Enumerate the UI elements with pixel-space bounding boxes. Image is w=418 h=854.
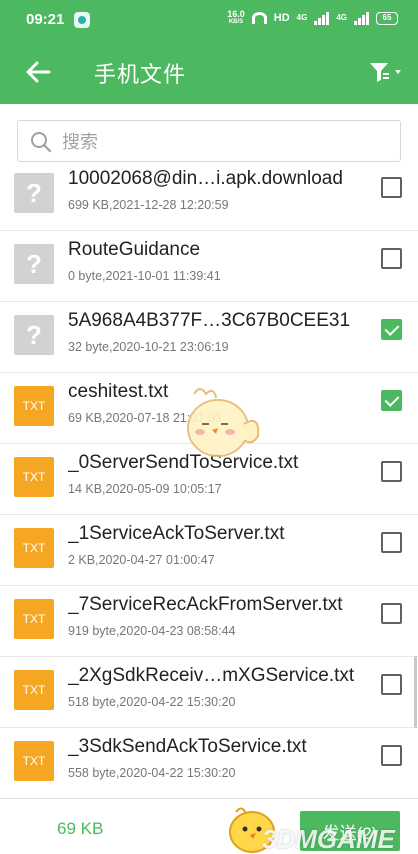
unknown-file-icon: ? [14,315,54,355]
list-scrollbar[interactable] [414,656,417,728]
file-name: 5A968A4B377F…3C67B0CEE31 [68,310,351,331]
txt-file-icon: TXT [14,386,54,426]
file-meta: 14 KB,2020-05-09 10:05:17 [68,482,222,496]
file-meta: 699 KB,2021-12-28 12:20:59 [68,198,229,212]
app-bar: 手机文件 [0,40,418,104]
file-name: _1ServiceAckToServer.txt [68,523,285,544]
selected-total-size: 69 KB [57,819,104,838]
txt-file-icon: TXT [14,670,54,710]
hd-label: HD [273,12,290,24]
file-meta: 0 byte,2021-10-01 11:39:41 [68,269,221,283]
file-row[interactable]: ? 10002068@din…i.apk.download 699 KB,202… [0,170,418,231]
file-row[interactable]: ? RouteGuidance 0 byte,2021-10-01 11:39:… [0,231,418,302]
txt-file-icon: TXT [14,528,54,568]
file-checkbox[interactable] [381,745,402,766]
search-box[interactable] [17,120,401,162]
search-icon [31,132,52,153]
watermark-logo: 3DMGAME [262,824,395,854]
battery-icon: 65 [376,11,398,25]
chat-notification-icon [74,12,90,28]
wifi-icon [251,12,267,24]
search-input[interactable] [62,127,382,157]
filter-icon[interactable] [368,60,408,84]
chick-mascot-icon [187,388,260,457]
file-checkbox[interactable] [381,248,402,269]
file-meta: 919 byte,2020-04-23 08:58:44 [68,624,236,638]
txt-file-icon: TXT [14,599,54,639]
unknown-file-icon: ? [14,244,54,284]
file-name: 10002068@din…i.apk.download [68,170,343,189]
file-checkbox-checked[interactable] [381,319,402,340]
file-list[interactable]: ? 10002068@din…i.apk.download 699 KB,202… [0,170,418,798]
status-bar: 09:21 16.0 KB/S HD 4G 4G 65 [0,0,418,40]
file-checkbox[interactable] [381,532,402,553]
signal-1-label: 4G [296,13,308,22]
net-speed-unit: KB/S [228,19,244,25]
signal-2-label: 4G [336,13,347,22]
txt-file-icon: TXT [14,741,54,781]
arrow-left-icon[interactable] [24,58,52,86]
txt-file-icon: TXT [14,457,54,497]
file-name: _2XgSdkReceiv…mXGService.txt [68,665,355,686]
file-checkbox[interactable] [381,674,402,695]
file-checkbox[interactable] [381,603,402,624]
status-time: 09:21 [26,11,65,28]
file-row[interactable]: TXT _3SdkSendAckToService.txt 558 byte,2… [0,728,418,798]
file-meta: 2 KB,2020-04-27 01:00:47 [68,553,215,567]
unknown-file-icon: ? [14,173,54,213]
file-checkbox[interactable] [381,177,402,198]
file-row[interactable]: TXT _7ServiceRecAckFromServer.txt 919 by… [0,586,418,657]
net-speed: 16.0 KB/S [227,10,245,26]
file-name: RouteGuidance [68,239,201,260]
file-name: _3SdkSendAckToService.txt [68,736,307,757]
file-meta: 32 byte,2020-10-21 23:06:19 [68,340,229,354]
file-meta: 518 byte,2020-04-22 15:30:20 [68,695,236,709]
file-checkbox[interactable] [381,461,402,482]
file-row[interactable]: TXT _2XgSdkReceiv…mXGService.txt 518 byt… [0,657,418,728]
page-title: 手机文件 [94,62,187,87]
file-checkbox-checked[interactable] [381,390,402,411]
status-indicators: 16.0 KB/S HD 4G 4G 65 [227,10,398,26]
file-name: _7ServiceRecAckFromServer.txt [68,594,343,615]
net-speed-value: 16.0 [227,9,245,19]
signal-1-icon [314,11,330,25]
file-row[interactable]: ? 5A968A4B377F…3C67B0CEE31 32 byte,2020-… [0,302,418,373]
file-meta: 558 byte,2020-04-22 15:30:20 [68,766,236,780]
file-row[interactable]: TXT _1ServiceAckToServer.txt 2 KB,2020-0… [0,515,418,586]
signal-2-icon [354,11,369,25]
